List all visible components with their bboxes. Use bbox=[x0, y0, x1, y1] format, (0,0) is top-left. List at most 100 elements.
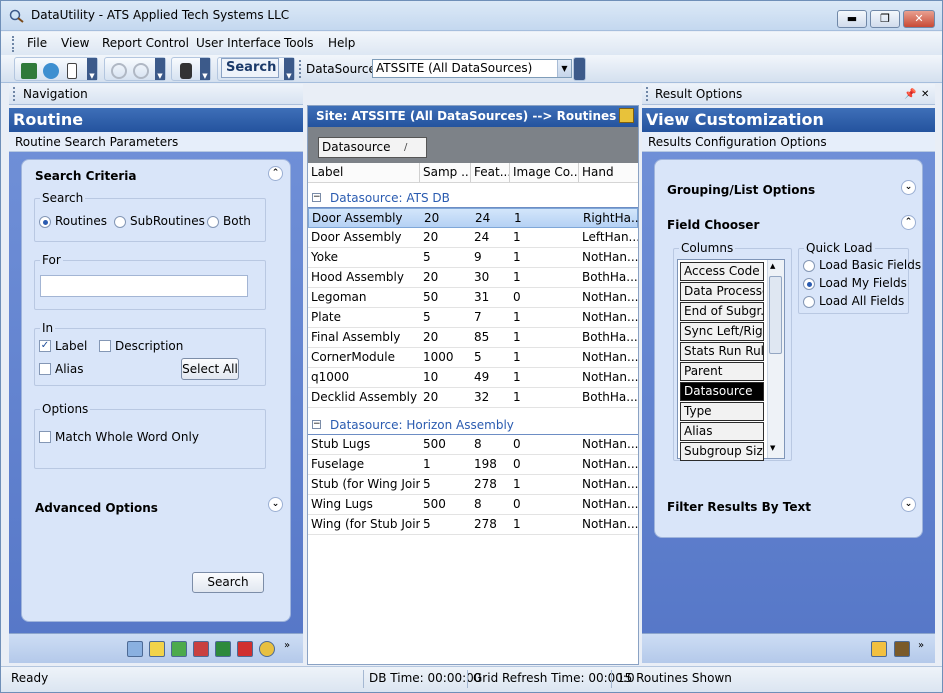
column-list-item[interactable]: Stats Run Rule bbox=[680, 342, 764, 361]
table-row[interactable]: Legoman 50 31 0 NotHan... bbox=[308, 288, 638, 308]
table-row[interactable]: Wing (for Stub Join) 5 278 1 NotHan... bbox=[308, 515, 638, 535]
column-list-item[interactable]: Data Processe... bbox=[680, 282, 764, 301]
group-chip-datasource[interactable]: Datasource / bbox=[318, 137, 427, 158]
overflow-icon[interactable]: » bbox=[284, 640, 290, 651]
network-icon[interactable] bbox=[237, 641, 253, 657]
column-samp[interactable]: Samp ... bbox=[420, 163, 471, 182]
folder-icon[interactable] bbox=[171, 641, 187, 657]
table-row[interactable]: q1000 10 49 1 NotHan... bbox=[308, 368, 638, 388]
column-list-item[interactable]: Access Code bbox=[680, 262, 764, 281]
search-button[interactable]: Search bbox=[192, 572, 264, 593]
toolbar-search-button[interactable]: Search bbox=[221, 58, 279, 78]
minimize-button[interactable]: ▬ bbox=[837, 10, 867, 28]
columns-scrollbar[interactable]: ▲ ▼ bbox=[767, 260, 784, 458]
menu-help[interactable]: Help bbox=[328, 36, 355, 50]
radio-routines[interactable] bbox=[39, 216, 51, 228]
group-row[interactable]: − Datasource: Horizon Assembly bbox=[308, 415, 638, 435]
table-row[interactable]: Final Assembly 20 85 1 BothHa... bbox=[308, 328, 638, 348]
layout-icon[interactable] bbox=[871, 641, 887, 657]
grid-icon[interactable] bbox=[127, 641, 143, 657]
column-list-item[interactable]: Datasource bbox=[680, 382, 764, 401]
scroll-thumb[interactable] bbox=[769, 276, 782, 354]
collapse-icon[interactable]: − bbox=[312, 193, 321, 202]
pin-icon[interactable]: 📌 bbox=[904, 84, 916, 105]
chevron-down-icon[interactable]: ▼ bbox=[557, 60, 571, 77]
scroll-down-icon[interactable]: ▼ bbox=[770, 444, 775, 452]
column-list-item[interactable]: Alias bbox=[680, 422, 764, 441]
table-row[interactable]: Decklid Assembly 20 32 1 BothHa... bbox=[308, 388, 638, 408]
menu-file[interactable]: File bbox=[27, 36, 47, 50]
close-button[interactable]: ✕ bbox=[903, 10, 935, 28]
column-hand[interactable]: Hand bbox=[579, 163, 638, 182]
column-label[interactable]: Label bbox=[308, 163, 420, 182]
document-icon[interactable] bbox=[67, 63, 77, 79]
chevron-down-icon[interactable]: ▼ bbox=[200, 58, 210, 80]
film-icon[interactable] bbox=[894, 641, 910, 657]
table-row[interactable]: CornerModule 1000 5 1 NotHan... bbox=[308, 348, 638, 368]
checkbox-alias[interactable] bbox=[39, 363, 51, 375]
report-icon[interactable] bbox=[149, 641, 165, 657]
column-image-count[interactable]: Image Co... bbox=[510, 163, 579, 182]
scroll-up-icon[interactable]: ▲ bbox=[770, 262, 775, 270]
database-icon[interactable] bbox=[21, 63, 37, 79]
radio-load-my[interactable] bbox=[803, 278, 815, 290]
column-list-item[interactable]: Subgroup Size bbox=[680, 442, 764, 461]
chevron-down-icon[interactable]: ▼ bbox=[155, 58, 165, 80]
chevron-up-icon[interactable]: ⌃ bbox=[268, 166, 283, 181]
chevron-down-icon[interactable]: ▼ bbox=[87, 58, 97, 80]
close-icon[interactable]: ✕ bbox=[921, 84, 929, 105]
select-all-button[interactable]: Select All bbox=[181, 358, 239, 380]
globe-icon[interactable] bbox=[259, 641, 275, 657]
table-row[interactable]: Yoke 5 9 1 NotHan... bbox=[308, 248, 638, 268]
chart-icon[interactable] bbox=[215, 641, 231, 657]
chevron-down-icon[interactable]: ▼ bbox=[284, 58, 294, 80]
column-list-item[interactable]: Parent bbox=[680, 362, 764, 381]
column-list-item[interactable]: End of Subgr... bbox=[680, 302, 764, 321]
toolbar-overflow[interactable] bbox=[573, 57, 586, 81]
chevron-up-icon[interactable]: ⌃ bbox=[901, 215, 916, 230]
trash-icon[interactable] bbox=[180, 63, 192, 79]
menu-tools[interactable]: Tools bbox=[284, 36, 314, 50]
grouping-options-title[interactable]: Grouping/List Options bbox=[667, 183, 815, 197]
connect-icon[interactable] bbox=[43, 63, 59, 79]
column-list-item[interactable]: Sync Left/Rig... bbox=[680, 322, 764, 341]
chevron-down-icon[interactable]: ⌄ bbox=[901, 497, 916, 512]
tools-icon[interactable] bbox=[193, 641, 209, 657]
collapse-icon[interactable]: − bbox=[312, 420, 321, 429]
column-feat[interactable]: Feat... bbox=[471, 163, 510, 182]
menu-view[interactable]: View bbox=[61, 36, 89, 50]
table-row[interactable]: Fuselage 1 198 0 NotHan... bbox=[308, 455, 638, 475]
checkbox-label[interactable]: ✓ bbox=[39, 340, 51, 352]
radio-both[interactable] bbox=[207, 216, 219, 228]
overflow-icon[interactable]: » bbox=[918, 640, 924, 651]
filter-results-title[interactable]: Filter Results By Text bbox=[667, 500, 811, 514]
maximize-button[interactable]: ❐ bbox=[870, 10, 900, 28]
menu-report-control[interactable]: Report Control bbox=[102, 36, 189, 50]
table-row[interactable]: Door Assembly 20 24 1 LeftHan... bbox=[308, 228, 638, 248]
table-row[interactable]: Wing Lugs 500 8 0 NotHan... bbox=[308, 495, 638, 515]
panel-grip[interactable] bbox=[646, 87, 649, 101]
datasource-select[interactable]: ATSSITE (All DataSources) ▼ bbox=[372, 59, 572, 78]
chevron-down-icon[interactable]: ⌄ bbox=[901, 180, 916, 195]
radio-subroutines[interactable] bbox=[114, 216, 126, 228]
table-row[interactable]: Hood Assembly 20 30 1 BothHa... bbox=[308, 268, 638, 288]
menu-user-interface[interactable]: User Interface bbox=[196, 36, 281, 50]
group-row[interactable]: − Datasource: ATS DB bbox=[308, 188, 638, 208]
table-row[interactable]: Stub Lugs 500 8 0 NotHan... bbox=[308, 435, 638, 455]
for-input[interactable] bbox=[40, 275, 248, 297]
table-row[interactable]: Stub (for Wing Join) 5 278 1 NotHan... bbox=[308, 475, 638, 495]
menu-grip[interactable] bbox=[12, 36, 15, 52]
table-row[interactable]: Door Assembly 20 24 1 RightHa... bbox=[308, 208, 638, 228]
layout-icon[interactable] bbox=[619, 108, 634, 123]
toolbar-grip[interactable] bbox=[299, 60, 301, 78]
column-list-item[interactable]: Type bbox=[680, 402, 764, 421]
panel-grip[interactable] bbox=[13, 87, 16, 101]
table-row[interactable]: Plate 5 7 1 NotHan... bbox=[308, 308, 638, 328]
checkbox-description[interactable] bbox=[99, 340, 111, 352]
checkbox-match-whole-word[interactable] bbox=[39, 431, 51, 443]
advanced-options-title[interactable]: Advanced Options bbox=[35, 501, 158, 515]
chevron-down-icon[interactable]: ⌄ bbox=[268, 497, 283, 512]
columns-listbox[interactable]: Access CodeData Processe...End of Subgr.… bbox=[677, 259, 785, 461]
radio-load-basic[interactable] bbox=[803, 260, 815, 272]
radio-load-all[interactable] bbox=[803, 296, 815, 308]
